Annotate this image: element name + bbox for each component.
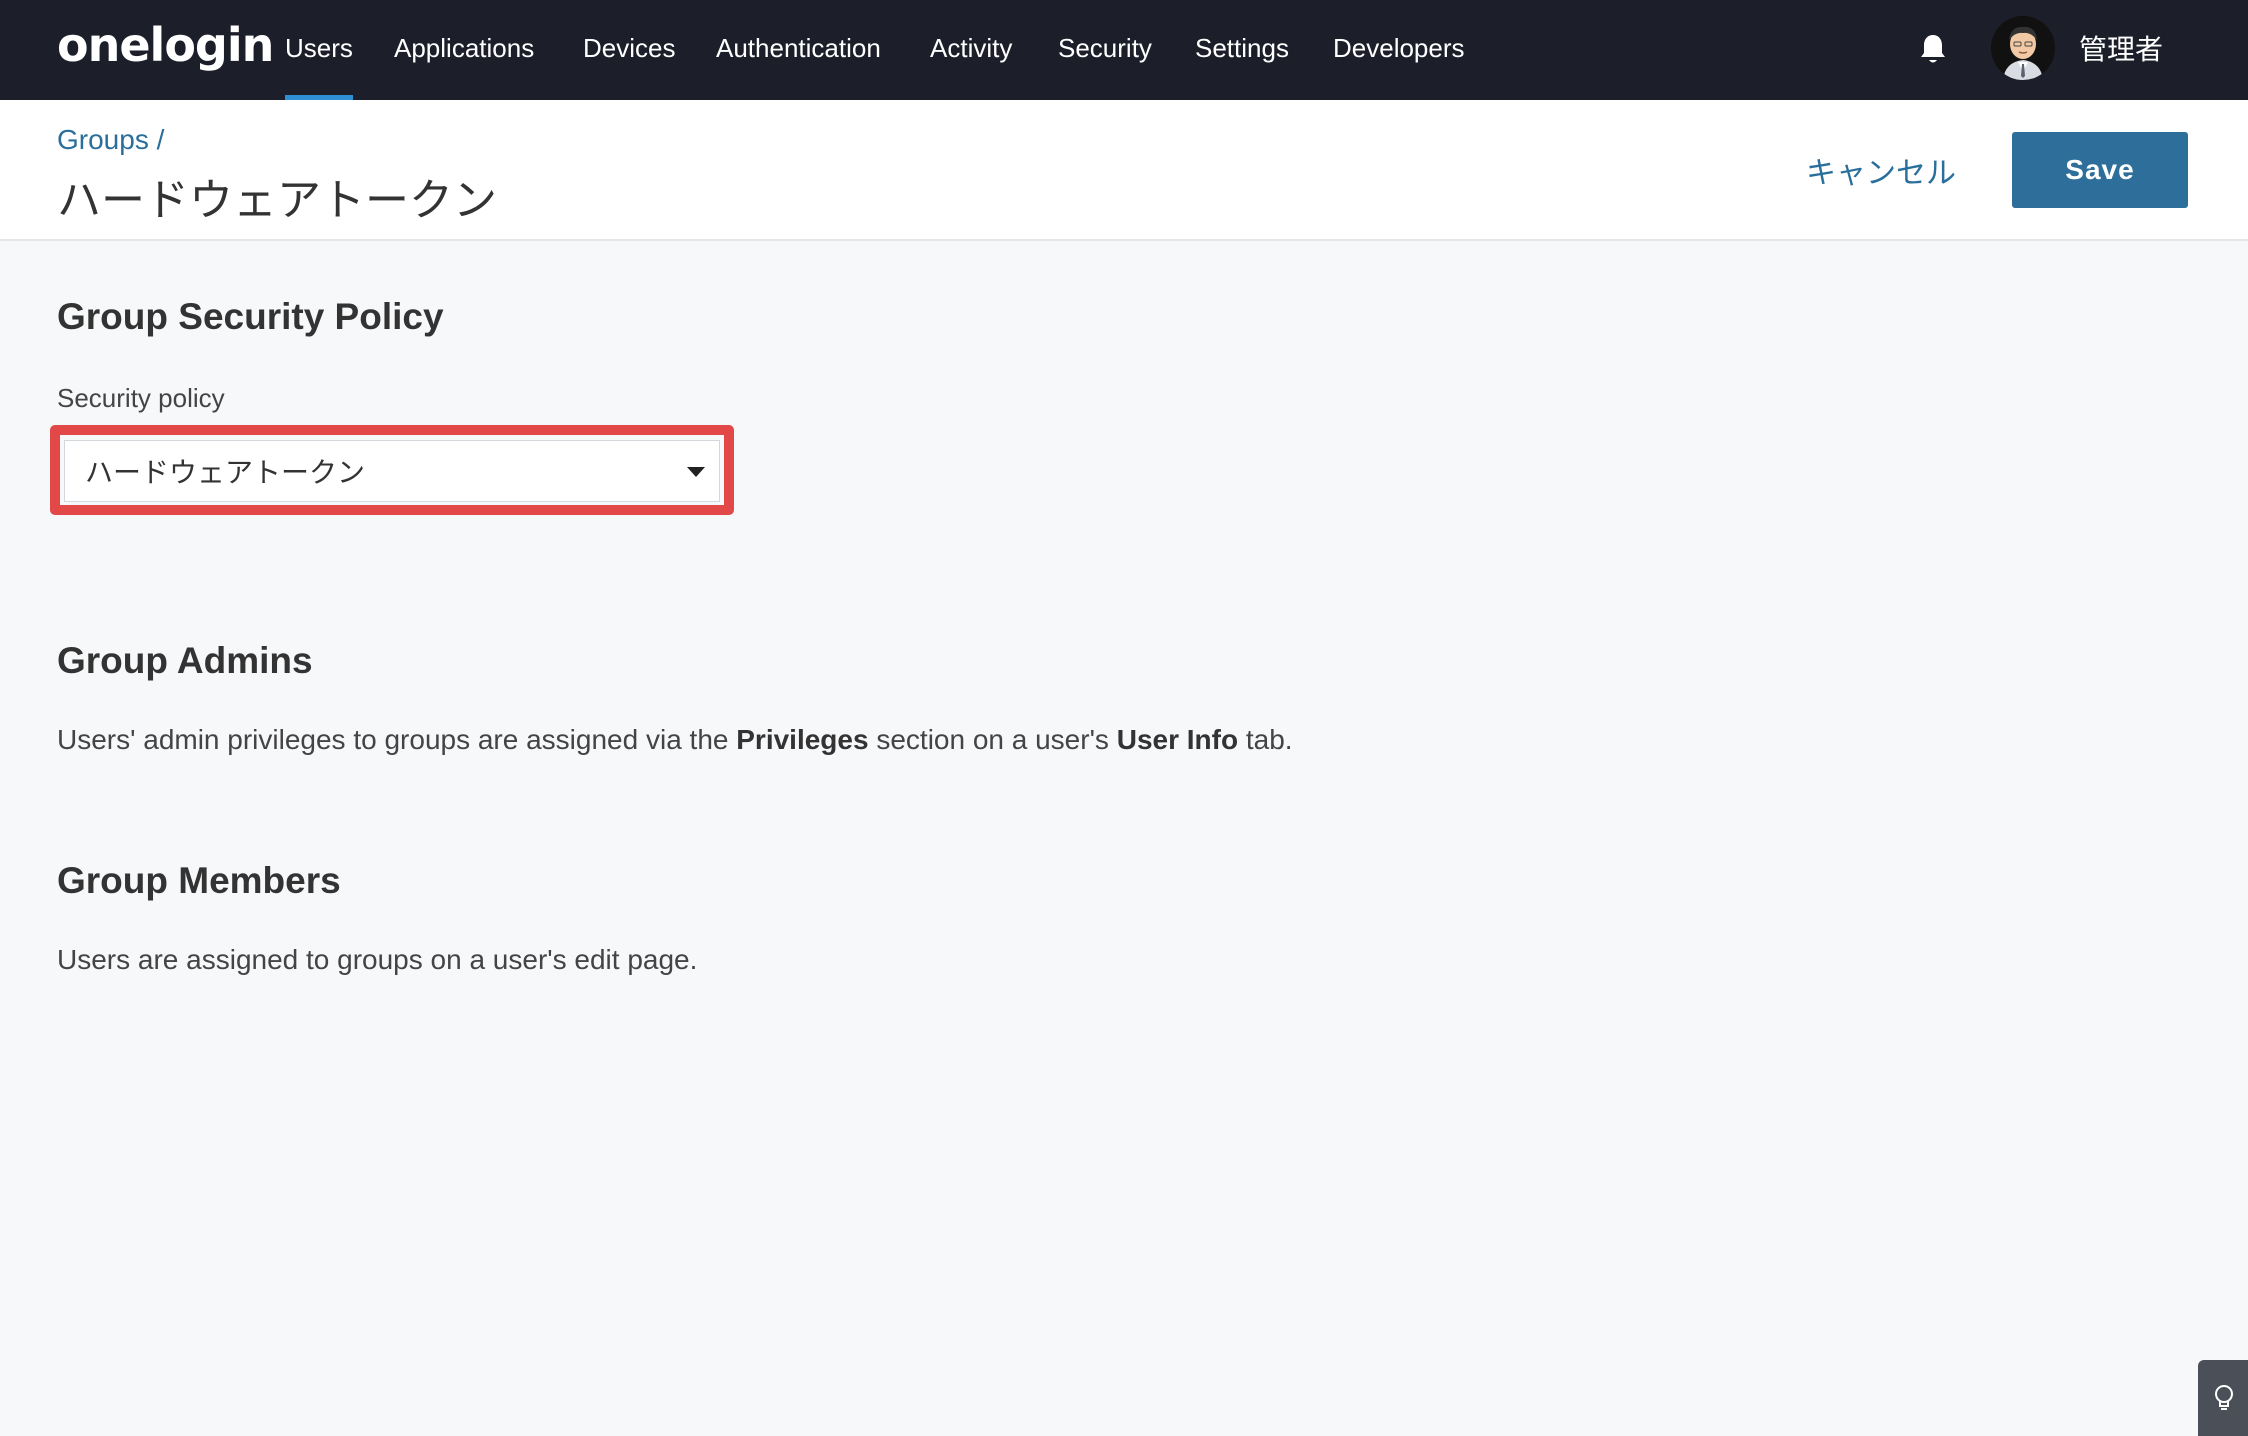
security-policy-heading: Group Security Policy: [57, 296, 444, 337]
group-admins-description: Users' admin privileges to groups are as…: [57, 724, 1293, 756]
lightbulb-icon: [2215, 1385, 2233, 1410]
security-policy-label: Security policy: [57, 383, 225, 413]
help-tab[interactable]: [2198, 1360, 2248, 1436]
admins-text-part: section on a user's: [868, 724, 1117, 755]
save-button[interactable]: Save: [2012, 132, 2188, 208]
security-policy-select[interactable]: ハードウェアトークン: [64, 440, 720, 502]
nav-item-developers[interactable]: Developers: [1333, 0, 1465, 100]
user-name[interactable]: 管理者: [2079, 28, 2163, 68]
nav-item-security[interactable]: Security: [1058, 0, 1152, 100]
group-members-description: Users are assigned to groups on a user's…: [57, 944, 698, 975]
top-navigation-bar: onelogin Users Applications Devices Auth…: [0, 0, 2248, 100]
breadcrumb[interactable]: Groups /: [57, 124, 164, 156]
security-policy-value: ハードウェアトークン: [85, 456, 366, 489]
user-info-term: User Info: [1116, 724, 1239, 755]
cancel-button[interactable]: キャンセル: [1806, 148, 1956, 192]
nav-item-applications[interactable]: Applications: [394, 0, 534, 100]
page-title: ハードウェアトークン: [57, 175, 497, 226]
group-members-heading: Group Members: [57, 860, 341, 901]
caret-down-icon: [687, 467, 705, 477]
privileges-term: Privileges: [736, 724, 869, 755]
bell-icon[interactable]: [1918, 32, 1948, 66]
avatar[interactable]: [1991, 16, 2055, 80]
nav-item-authentication[interactable]: Authentication: [716, 0, 881, 100]
nav-item-settings[interactable]: Settings: [1195, 0, 1289, 100]
admins-text-part: Users' admin privileges to groups are as…: [57, 724, 737, 755]
group-admins-heading: Group Admins: [57, 640, 313, 681]
nav-item-devices[interactable]: Devices: [583, 0, 675, 100]
admins-text-part: tab.: [1238, 724, 1293, 755]
nav-item-users[interactable]: Users: [285, 0, 353, 100]
nav-item-activity[interactable]: Activity: [930, 0, 1012, 100]
onelogin-logo[interactable]: onelogin: [57, 18, 274, 72]
